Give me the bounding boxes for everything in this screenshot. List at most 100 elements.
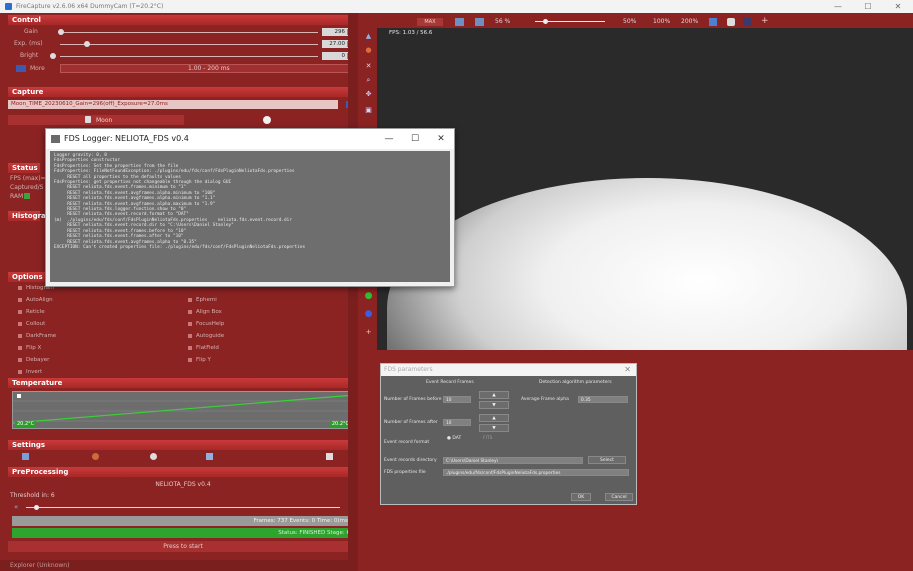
preprocessing-header[interactable]: PreProcessing× <box>8 467 358 477</box>
option-flip-y[interactable]: Flip Y <box>188 357 211 363</box>
format-dat-radio[interactable]: ● DAT <box>447 436 461 441</box>
props-field[interactable]: ./plugins/edu/fds/conf/FdsPluginNeliotaF… <box>443 469 629 476</box>
display-icon[interactable] <box>206 453 213 460</box>
save-settings-icon[interactable] <box>22 453 29 460</box>
profile-selector[interactable]: Moon <box>8 115 184 125</box>
triangle-icon[interactable]: ▲ <box>364 32 373 40</box>
threshold-slider-handle[interactable] <box>34 505 39 510</box>
image-tool-icon[interactable]: ▣ <box>364 106 373 114</box>
bright-slider-handle[interactable] <box>50 53 56 59</box>
dir-field[interactable]: C:\Users\Daniel Stanley\ <box>443 457 583 464</box>
histogram-icon[interactable] <box>455 18 464 26</box>
option-autoalign[interactable]: AutoAlign <box>18 297 53 303</box>
more-checkbox[interactable] <box>16 65 26 72</box>
minimize-button[interactable]: — <box>823 0 853 13</box>
crosshair-icon[interactable]: ✕ <box>364 62 373 70</box>
format-fits-radio[interactable]: FITS <box>483 436 493 441</box>
exposure-slider[interactable] <box>60 44 318 45</box>
frames-after-field[interactable]: 10 <box>443 419 471 426</box>
max-button[interactable]: MAX <box>417 18 443 26</box>
logger-minimize-button[interactable]: — <box>376 129 402 149</box>
zoom-slider-handle[interactable] <box>543 19 548 24</box>
option-focushelp[interactable]: FocusHelp <box>188 321 224 327</box>
option-label: DarkFrame <box>26 333 57 339</box>
option-label: FlatField <box>196 345 219 351</box>
capture-header[interactable]: Capture× <box>8 87 358 97</box>
logger-title-bar[interactable]: FDS Logger: NELIOTA_FDS v0.4 — ☐ ✕ <box>46 129 454 149</box>
blue-indicator-icon[interactable]: ● <box>364 310 373 319</box>
capture-filename-field[interactable]: Moon_TIME_20230610_Gain=296(off)_Exposur… <box>8 100 338 109</box>
settings-icon[interactable] <box>727 18 735 26</box>
option-flatfield[interactable]: FlatField <box>188 345 219 351</box>
status-header[interactable]: Status <box>8 163 40 173</box>
close-button[interactable]: ✕ <box>883 0 913 13</box>
fds-logger-dialog: FDS Logger: NELIOTA_FDS v0.4 — ☐ ✕ Logge… <box>45 128 455 287</box>
option-ephemeris[interactable]: Ephemi <box>188 297 217 303</box>
frames-after-up-button[interactable]: ▲ <box>479 414 509 422</box>
plugin-name: NELIOTA_FDS v0.4 <box>155 481 211 488</box>
slider-left-arrow-icon[interactable]: « <box>14 503 18 511</box>
option-darkframe[interactable]: DarkFrame <box>18 333 56 339</box>
logger-maximize-button[interactable]: ☐ <box>402 129 428 149</box>
left-panel: Control× Gain 296 Exp. (ms) 27.00 Bright <box>0 13 358 571</box>
left-panel-scrollbar[interactable] <box>348 13 358 571</box>
gain-slider-handle[interactable] <box>58 29 64 35</box>
capture-moon-icon[interactable] <box>263 116 271 124</box>
ok-button[interactable]: OK <box>571 493 591 501</box>
print-icon[interactable] <box>326 453 333 460</box>
logger-output[interactable]: Logger gravity: 0, 0 FdsProperties constr… <box>50 151 450 282</box>
settings-tool-icon[interactable]: ✥ <box>364 90 373 98</box>
option-align-box[interactable]: Align Box <box>188 309 222 315</box>
temperature-header[interactable]: Temperature× <box>8 378 358 388</box>
zoom-tool-icon[interactable]: ⌕ <box>364 76 373 84</box>
help-icon[interactable] <box>709 18 717 26</box>
option-debayer[interactable]: Debayer <box>18 357 49 363</box>
add-icon[interactable]: + <box>364 328 373 336</box>
zoom-value[interactable]: 56 % <box>495 18 510 25</box>
select-dir-button[interactable]: Select <box>588 456 626 464</box>
graph-marker <box>17 394 21 398</box>
props-label: FDS properties file <box>384 470 426 475</box>
filter-icon[interactable] <box>92 453 99 460</box>
option-label: Align Box <box>196 309 222 315</box>
bright-slider-row: Bright 0 <box>8 51 358 61</box>
frames-before-field[interactable]: 10 <box>443 396 471 403</box>
temperature-graph: 20.2°C 20.2°C <box>12 391 356 429</box>
exposure-slider-handle[interactable] <box>84 41 90 47</box>
frames-before-up-button[interactable]: ▲ <box>479 391 509 399</box>
logger-close-button[interactable]: ✕ <box>428 129 454 149</box>
monitor-icon[interactable] <box>743 18 751 26</box>
frames-after-down-button[interactable]: ▼ <box>479 424 509 432</box>
start-button[interactable]: Press to start <box>8 541 358 552</box>
add-toolbar-icon[interactable]: + <box>761 16 769 26</box>
avg-alpha-field[interactable]: 0.35 <box>578 396 628 403</box>
gain-slider[interactable] <box>60 32 318 33</box>
window-title: FireCapture v2.6.06 x64 DummyCam (T=20.2… <box>16 3 164 10</box>
option-invert[interactable]: Invert <box>18 369 42 375</box>
bright-label: Bright <box>20 52 39 59</box>
green-indicator-icon[interactable]: ● <box>364 292 373 301</box>
zoom-100-button[interactable]: 100% <box>653 18 670 25</box>
params-title-bar[interactable]: FDS parameters ✕ <box>381 364 636 376</box>
frames-before-down-button[interactable]: ▼ <box>479 401 509 409</box>
control-header[interactable]: Control× <box>8 15 358 25</box>
params-close-icon[interactable]: ✕ <box>624 364 631 376</box>
maximize-button[interactable]: ☐ <box>853 0 883 13</box>
option-collout[interactable]: Collout <box>18 321 45 327</box>
control-section: Control× Gain 296 Exp. (ms) 27.00 Bright <box>8 15 358 81</box>
zoom-200-button[interactable]: 200% <box>681 18 698 25</box>
fit-icon[interactable] <box>475 18 484 26</box>
image-viewer[interactable]: FPS: 1.03 / 56.6 <box>377 28 913 350</box>
settings-header[interactable]: Settings× <box>8 440 358 450</box>
threshold-slider[interactable] <box>26 507 340 508</box>
option-flip-x[interactable]: Flip X <box>18 345 41 351</box>
bright-slider[interactable] <box>60 56 318 57</box>
option-autoguide[interactable]: Autoguide <box>188 333 224 339</box>
object-icon[interactable] <box>150 453 157 460</box>
color-icon[interactable]: ● <box>364 46 373 54</box>
option-reticle[interactable]: Reticle <box>18 309 45 315</box>
cancel-button[interactable]: Cancel <box>605 493 633 501</box>
zoom-50-button[interactable]: 50% <box>623 18 636 25</box>
temperature-line <box>12 394 356 424</box>
histogram-header[interactable]: Histogram <box>8 211 53 221</box>
